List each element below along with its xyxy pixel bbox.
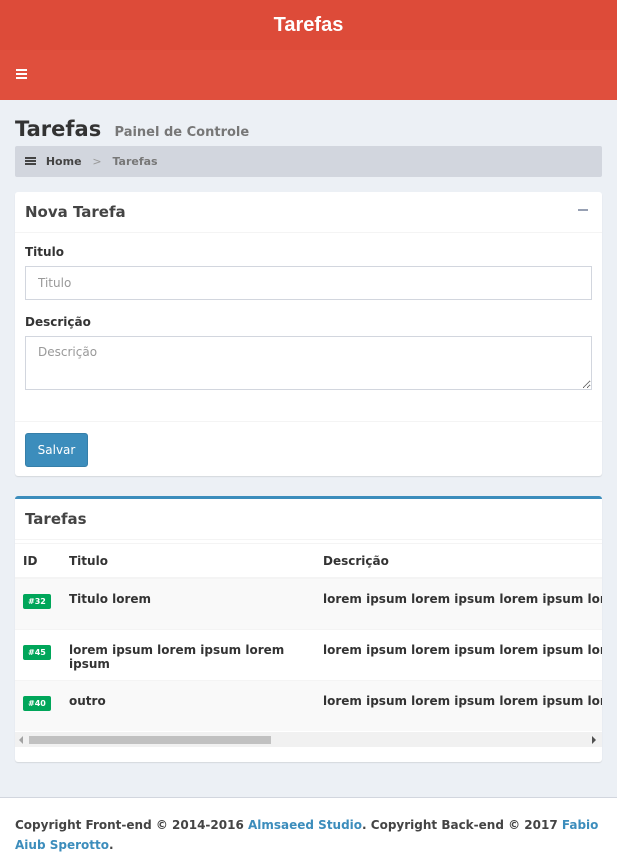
footer-front-prefix: Copyright Front-end © 2014-2016	[15, 818, 248, 832]
page-footer: Copyright Front-end © 2014-2016 Almsaeed…	[0, 797, 617, 868]
dashboard-icon	[25, 157, 36, 166]
task-id-badge: #45	[23, 644, 51, 660]
tasks-box: Tarefas ID Titulo Descrição #32 Titulo l…	[15, 496, 602, 762]
scrollbar-thumb[interactable]	[29, 736, 271, 744]
task-id-cell: #45	[15, 628, 61, 680]
scroll-right-arrow-icon[interactable]	[592, 736, 596, 744]
description-label: Descrição	[25, 315, 91, 329]
task-description-cell: lorem ipsum lorem ipsum lorem ipsum lore…	[315, 679, 602, 731]
new-task-title: Nova Tarefa	[25, 203, 126, 221]
tasks-header: Tarefas	[15, 499, 602, 540]
breadcrumb: Home > Tarefas	[15, 146, 602, 177]
app-title: Tarefas	[273, 14, 344, 36]
footer-back-prefix: . Copyright Back-end © 2017	[362, 818, 562, 832]
table-header-row: ID Titulo Descrição	[15, 544, 602, 579]
scroll-left-arrow-icon[interactable]	[19, 736, 23, 744]
navbar	[0, 50, 617, 100]
save-button[interactable]: Salvar	[25, 433, 88, 467]
breadcrumb-current: Tarefas	[112, 155, 158, 168]
new-task-header: Nova Tarefa	[15, 192, 602, 233]
column-header-title: Titulo	[61, 544, 315, 579]
table-row[interactable]: #40 outro lorem ipsum lorem ipsum lorem …	[15, 679, 602, 731]
minus-icon[interactable]	[578, 209, 588, 211]
new-task-footer: Salvar	[15, 421, 602, 476]
app-header: Tarefas	[0, 0, 617, 50]
column-header-description: Descrição	[315, 544, 602, 579]
task-id-badge: #32	[23, 594, 51, 609]
breadcrumb-home[interactable]: Home	[46, 155, 82, 168]
footer-front-author-link[interactable]: Almsaeed Studio	[248, 818, 362, 832]
page-title-text: Tarefas	[15, 117, 102, 141]
tasks-table: ID Titulo Descrição #32 Titulo lorem lor…	[15, 544, 602, 731]
description-textarea[interactable]	[25, 336, 592, 390]
column-header-id: ID	[15, 544, 61, 579]
task-description-cell: lorem ipsum lorem ipsum lorem ipsum lore…	[315, 628, 602, 680]
task-title-cell: outro	[61, 679, 315, 731]
tasks-table-container: ID Titulo Descrição #32 Titulo lorem lor…	[15, 543, 602, 747]
task-id-cell: #32	[15, 577, 61, 629]
page-subtitle: Painel de Controle	[114, 125, 250, 140]
title-label: Titulo	[25, 245, 64, 259]
title-input[interactable]	[25, 266, 592, 300]
new-task-box: Nova Tarefa Titulo Descrição Salvar	[15, 192, 602, 476]
task-id-badge: #40	[23, 695, 51, 711]
page-title: Tarefas Painel de Controle	[15, 116, 602, 146]
footer-suffix: .	[108, 838, 114, 852]
title-group: Titulo	[25, 245, 592, 300]
new-task-form: Titulo Descrição	[15, 233, 602, 419]
task-id-cell: #40	[15, 679, 61, 731]
table-row[interactable]: #32 Titulo lorem lorem ipsum lorem ipsum…	[15, 577, 602, 629]
tasks-title: Tarefas	[25, 510, 87, 528]
task-title-cell: Titulo lorem	[61, 577, 315, 629]
task-title-cell: lorem ipsum lorem ipsum lorem ipsum	[61, 628, 315, 680]
task-description-cell: lorem ipsum lorem ipsum lorem ipsum lore…	[315, 577, 602, 629]
horizontal-scrollbar[interactable]	[15, 732, 602, 747]
breadcrumb-separator: >	[92, 155, 102, 168]
description-group: Descrição	[25, 315, 592, 394]
hamburger-icon[interactable]	[16, 69, 27, 79]
table-row[interactable]: #45 lorem ipsum lorem ipsum lorem ipsum …	[15, 628, 602, 680]
